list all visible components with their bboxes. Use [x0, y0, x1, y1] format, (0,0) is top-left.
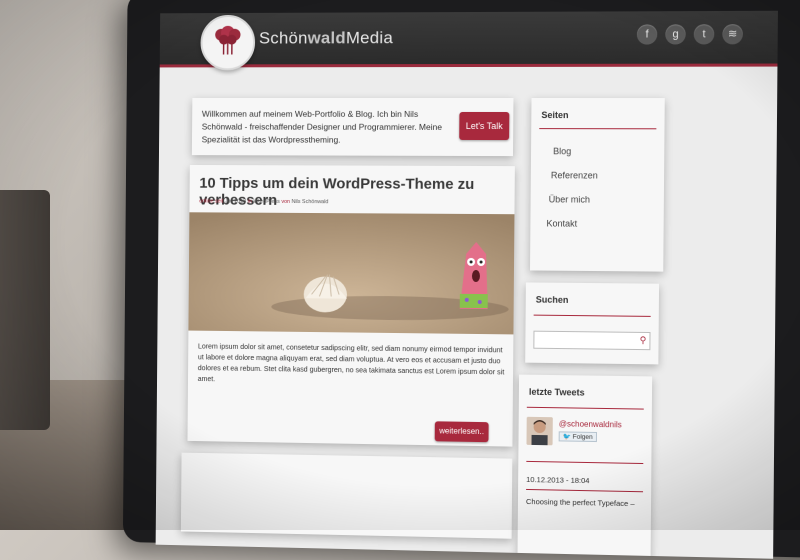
pages-widget: Seiten Blog Referenzen Über mich Kontakt — [530, 98, 665, 272]
beach-shell-image — [188, 212, 515, 335]
avatar[interactable] — [526, 416, 553, 446]
post-author[interactable]: Nils Schönwald — [292, 199, 329, 205]
search-widget: Suchen ⚲ — [525, 282, 660, 365]
tweets-title: letzte Tweets — [528, 386, 585, 398]
twitter-bird-icon: 🐦 — [562, 433, 571, 441]
brand-bold: wald — [307, 28, 347, 48]
post-category[interactable]: WordPress — [253, 199, 280, 205]
brand-light: Schön — [258, 28, 308, 48]
tweets-widget: letzte Tweets @schoenwaldnils 🐦 Folgen 1… — [517, 374, 653, 559]
search-icon[interactable]: ⚲ — [640, 335, 647, 346]
post-date: Juli 2013 — [224, 198, 247, 205]
tree-logo-icon — [215, 25, 241, 55]
person-avatar-icon — [526, 416, 553, 446]
tweet-text[interactable]: Choosing the perfect Typeface – — [526, 497, 641, 508]
lets-talk-button[interactable]: Let's Talk — [459, 111, 510, 141]
brand-name[interactable]: SchönwaldMedia — [259, 28, 393, 48]
search-input[interactable]: ⚲ — [533, 330, 651, 351]
menu-item-ueber-mich[interactable]: Über mich — [549, 194, 590, 204]
pages-title: Seiten — [541, 110, 569, 121]
post-von: von — [281, 198, 291, 205]
search-title: Suchen — [535, 294, 569, 305]
post-excerpt: Lorem ipsum dolor sit amet, consetetur s… — [197, 341, 505, 384]
next-post-card — [180, 452, 513, 539]
post-meta: online seit Juli 2013 in WordPress von N… — [199, 199, 328, 206]
menu-item-kontakt[interactable]: Kontakt — [546, 218, 577, 228]
welcome-text: Willkommen auf meinem Web-Portfolio & Bl… — [201, 108, 443, 145]
search-divider — [533, 314, 651, 317]
tweet-divider — [526, 460, 644, 465]
tweets-divider — [526, 406, 644, 410]
post-in: in — [247, 198, 252, 205]
post-status: online seit — [199, 198, 224, 205]
welcome-card: Willkommen auf meinem Web-Portfolio & Bl… — [191, 97, 514, 157]
rss-icon[interactable]: ≋ — [722, 24, 743, 45]
post-image[interactable] — [188, 212, 515, 335]
background-object — [0, 190, 50, 430]
blog-post-card: 10 Tipps um dein WordPress-Theme zu verb… — [187, 164, 515, 447]
post-title[interactable]: 10 Tipps um dein WordPress-Theme zu verb… — [199, 175, 515, 210]
screen: SchönwaldMedia f g t ≋ Willkommen auf me… — [155, 10, 778, 559]
brand-tail: Media — [345, 28, 394, 48]
pages-divider — [539, 128, 657, 130]
site-header: SchönwaldMedia f g t ≋ — [159, 10, 778, 71]
follow-button[interactable]: 🐦 Folgen — [558, 431, 597, 443]
tweet-date: 10.12.2013 - 18:04 — [526, 474, 590, 486]
menu-item-referenzen[interactable]: Referenzen — [551, 170, 598, 180]
read-more-button[interactable]: weiterlesen.. — [434, 421, 489, 443]
monitor-bezel: SchönwaldMedia f g t ≋ Willkommen auf me… — [122, 0, 800, 559]
twitter-handle[interactable]: @schoenwaldnils — [559, 419, 622, 429]
tweet-divider-2 — [526, 488, 644, 493]
twitter-icon[interactable]: t — [693, 24, 715, 45]
logo[interactable] — [200, 14, 256, 71]
menu-item-blog[interactable]: Blog — [553, 146, 571, 156]
google-plus-icon[interactable]: g — [665, 24, 686, 45]
follow-label: Folgen — [572, 433, 593, 441]
facebook-icon[interactable]: f — [636, 24, 658, 45]
social-links: f g t ≋ — [636, 24, 743, 45]
